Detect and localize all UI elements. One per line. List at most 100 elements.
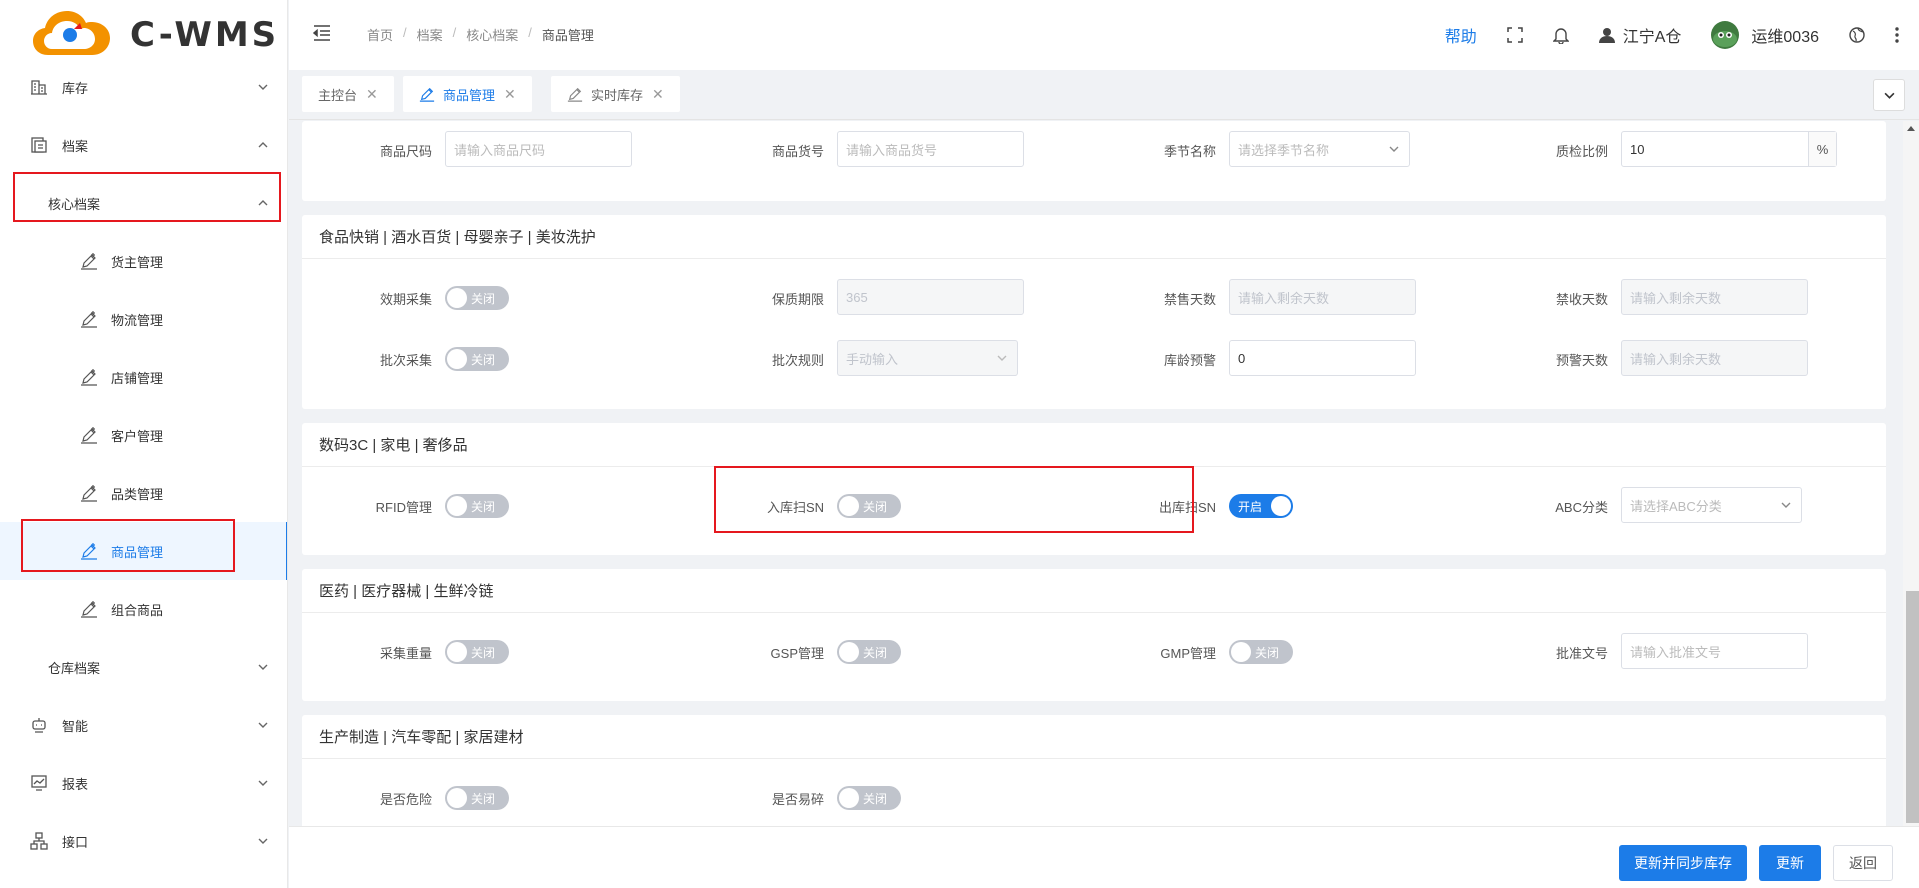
sidebar-item-owner[interactable]: 货主管理 — [0, 232, 287, 290]
abc-class-select[interactable]: 请选择ABC分类 — [1621, 487, 1802, 523]
tab-goods-management[interactable]: 商品管理 ✕ — [403, 76, 532, 112]
sidebar: 库存 档案 核心档案 货主管理 物流管理 店铺管理 客户管理 品类管理 商品管理… — [0, 0, 288, 888]
sidebar-item-label: 核心档案 — [48, 196, 101, 212]
fragile-field-label: 是否易碎 — [302, 779, 824, 817]
placeholder: 请选择ABC分类 — [1630, 498, 1722, 514]
field-label: 禁收天数 — [1555, 291, 1608, 307]
field-label: 批准文号 — [1555, 645, 1608, 661]
sidebar-item-label: 报表 — [62, 776, 89, 792]
breadcrumb-item[interactable]: 首页 — [367, 25, 393, 44]
chevron-down-icon — [1781, 502, 1791, 508]
more-vertical-icon[interactable] — [1895, 27, 1899, 43]
fullscreen-icon[interactable] — [1506, 27, 1523, 43]
update-button[interactable]: 更新 — [1759, 845, 1821, 881]
help-link[interactable]: 帮助 — [1445, 23, 1477, 47]
edit-icon — [80, 600, 98, 618]
sidebar-item-label: 物流管理 — [111, 312, 164, 328]
approval-field-label: 批准文号 — [302, 633, 1608, 671]
input-value: 10 — [1630, 141, 1645, 157]
cloud-logo-icon — [30, 9, 118, 61]
sidebar-item-customer[interactable]: 客户管理 — [0, 406, 287, 464]
chevron-up-icon — [258, 142, 268, 148]
digital-section-card: 数码3C | 家电 | 奢侈品 RFID管理 关闭 入库扫SN 关闭 出库扫SN… — [302, 423, 1886, 555]
user-menu[interactable]: 运维0036 — [1711, 21, 1819, 49]
breadcrumb-separator: / — [403, 25, 407, 40]
scrollbar-thumb[interactable] — [1906, 591, 1919, 823]
field-label: 预警天数 — [1555, 352, 1608, 368]
fragile-switch[interactable]: 关闭 — [837, 786, 901, 810]
sidebar-item-logistics[interactable]: 物流管理 — [0, 290, 287, 348]
chevron-down-icon — [1884, 92, 1895, 99]
edit-icon — [80, 252, 98, 270]
close-icon[interactable]: ✕ — [504, 86, 516, 103]
sidebar-item-label: 商品管理 — [111, 544, 164, 560]
qc-ratio-input[interactable]: 10% — [1621, 131, 1837, 167]
sidebar-item-api[interactable]: 接口 — [0, 812, 287, 870]
field-label: 是否易碎 — [771, 791, 824, 807]
sidebar-item-label: 组合商品 — [111, 602, 164, 618]
close-icon[interactable]: ✕ — [366, 86, 378, 103]
medical-section-card: 医药 | 医疗器械 | 生鲜冷链 采集重量 关闭 GSP管理 关闭 GMP管理 … — [302, 569, 1886, 701]
form-content: 商品尺码 请输入商品尺码 商品货号 请输入商品货号 季节名称 请选择季节名称 质… — [289, 121, 1919, 826]
sidebar-item-smart[interactable]: 智能 — [0, 696, 287, 754]
placeholder: 请输入剩余天数 — [1630, 290, 1722, 306]
menu-fold-icon[interactable] — [313, 25, 331, 41]
warning-days-input[interactable]: 请输入剩余天数 — [1621, 340, 1808, 376]
network-icon — [30, 832, 48, 850]
tab-dashboard[interactable]: 主控台 ✕ — [302, 76, 394, 112]
chevron-down-icon — [258, 838, 268, 844]
sidebar-item-report[interactable]: 报表 — [0, 754, 287, 812]
sidebar-item-combo[interactable]: 组合商品 — [0, 580, 287, 638]
bell-icon[interactable] — [1552, 26, 1569, 44]
close-icon[interactable]: ✕ — [652, 86, 664, 103]
chevron-down-icon — [258, 664, 268, 670]
tab-realtime-stock[interactable]: 实时库存 ✕ — [551, 76, 680, 112]
sidebar-item-goods[interactable]: 商品管理 — [0, 522, 287, 580]
edit-icon — [80, 542, 98, 560]
archive-icon — [30, 136, 48, 154]
sidebar-item-archive[interactable]: 档案 — [0, 116, 287, 174]
breadcrumb-item[interactable]: 核心档案 — [466, 25, 518, 44]
noreceive-field-label: 禁收天数 — [302, 279, 1608, 317]
sidebar-item-label: 接口 — [62, 834, 89, 850]
noreceive-days-input[interactable]: 请输入剩余天数 — [1621, 279, 1808, 315]
form-row: 商品尺码 请输入商品尺码 商品货号 请输入商品货号 季节名称 请选择季节名称 质… — [302, 131, 1886, 169]
logo-text: C-WMS — [130, 15, 280, 55]
food-section-card: 食品快销 | 酒水百货 | 母婴亲子 | 美妆洗护 效期采集 关闭 保质期限 3… — [302, 215, 1886, 409]
placeholder: 请输入批准文号 — [1630, 644, 1722, 660]
back-button[interactable]: 返回 — [1833, 845, 1893, 881]
form-row: RFID管理 关闭 入库扫SN 关闭 出库扫SN 开启 ABC分类 请选择ABC… — [302, 487, 1886, 525]
sidebar-item-label: 店铺管理 — [111, 370, 164, 386]
field-label: 质检比例 — [1555, 143, 1608, 159]
user-icon — [1598, 27, 1615, 43]
sidebar-item-core-archive[interactable]: 核心档案 — [0, 174, 287, 232]
sidebar-item-shop[interactable]: 店铺管理 — [0, 348, 287, 406]
globe-icon[interactable] — [1849, 27, 1865, 43]
section-title: 生产制造 | 汽车零配 | 家居建材 — [302, 715, 1886, 759]
placeholder: 请输入剩余天数 — [1630, 351, 1722, 367]
form-row: 批次采集 关闭 批次规则 手动输入 库龄预警 0 预警天数 请输入剩余天数 — [302, 340, 1886, 378]
sidebar-item-label: 库存 — [62, 80, 89, 96]
breadcrumb-item[interactable]: 档案 — [417, 25, 443, 44]
warehouse-selector[interactable]: 江宁A仓 — [1598, 23, 1681, 47]
app-logo[interactable]: C-WMS — [0, 0, 287, 70]
approval-number-input[interactable]: 请输入批准文号 — [1621, 633, 1808, 669]
percent-suffix: % — [1808, 132, 1836, 166]
tabs-dropdown-button[interactable] — [1873, 79, 1905, 111]
chevron-down-icon — [258, 722, 268, 728]
warn-days-field-label: 预警天数 — [302, 340, 1608, 378]
tab-label: 主控台 — [318, 87, 358, 103]
vertical-scrollbar[interactable] — [1903, 121, 1919, 826]
chevron-down-icon — [258, 780, 268, 786]
update-and-sync-stock-button[interactable]: 更新并同步库存 — [1619, 845, 1747, 881]
username: 运维0036 — [1751, 29, 1819, 46]
qc-field-label: 质检比例 — [302, 131, 1608, 169]
sidebar-item-category[interactable]: 品类管理 — [0, 464, 287, 522]
form-row: 效期采集 关闭 保质期限 365 禁售天数 请输入剩余天数 禁收天数 请输入剩余… — [302, 279, 1886, 317]
breadcrumb: 首页 / 档案 / 核心档案 / 商品管理 — [367, 25, 594, 44]
basic-info-card: 商品尺码 请输入商品尺码 商品货号 请输入商品货号 季节名称 请选择季节名称 质… — [302, 121, 1886, 201]
scroll-up-arrow-icon[interactable] — [1907, 125, 1915, 131]
abc-field-label: ABC分类 — [302, 487, 1608, 525]
sidebar-item-warehouse-archive[interactable]: 仓库档案 — [0, 638, 287, 696]
breadcrumb-separator: / — [528, 25, 532, 40]
